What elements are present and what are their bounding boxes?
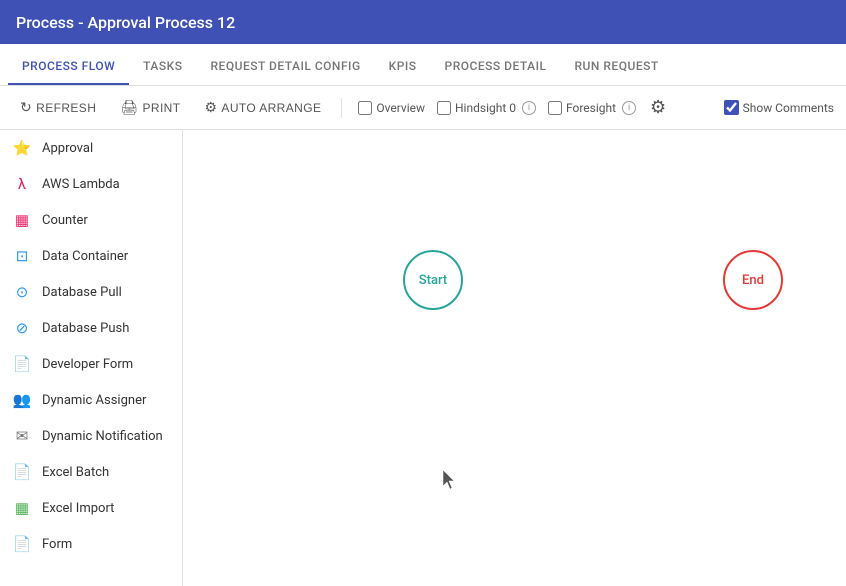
tab-run-request[interactable]: RUN REQUEST <box>560 49 672 85</box>
show-comments-checkbox[interactable] <box>724 100 739 115</box>
sidebar-item-label-approval: Approval <box>42 141 93 156</box>
dynamic-notification-icon: ✉ <box>12 426 32 446</box>
database-pull-icon: ⊙ <box>12 282 32 302</box>
hindsight-info-icon: i <box>522 101 536 115</box>
sidebar-item-excel-import[interactable]: ▦ Excel Import <box>0 490 182 526</box>
sidebar-item-label-database-pull: Database Pull <box>42 285 122 300</box>
foresight-info-icon: i <box>622 101 636 115</box>
overview-checkbox[interactable] <box>358 101 372 115</box>
auto-arrange-button[interactable]: ⚙ AUTO ARRANGE <box>196 95 329 120</box>
sidebar-item-dynamic-assigner[interactable]: 👥 Dynamic Assigner <box>0 382 182 418</box>
end-node-label: End <box>742 273 764 288</box>
sidebar-item-label-database-push: Database Push <box>42 321 129 336</box>
form-icon: 📄 <box>12 534 32 554</box>
show-comments-label[interactable]: Show Comments <box>743 101 834 115</box>
overview-checkbox-group[interactable]: Overview <box>358 101 425 115</box>
aws-lambda-icon: λ <box>12 174 32 194</box>
sidebar-item-form[interactable]: 📄 Form <box>0 526 182 562</box>
show-comments-group: Show Comments <box>724 100 834 115</box>
tab-tasks[interactable]: TASKS <box>129 49 196 85</box>
foresight-checkbox-group[interactable]: Foresight i <box>548 101 636 115</box>
tab-kpis[interactable]: KPIS <box>375 49 431 85</box>
database-push-icon: ⊘ <box>12 318 32 338</box>
sidebar-item-database-push[interactable]: ⊘ Database Push <box>0 310 182 346</box>
tab-process-detail[interactable]: PROCESS DETAIL <box>431 49 561 85</box>
sidebar: ⭐ Approval λ AWS Lambda ▦ Counter ⊡ Data Contai… <box>0 130 183 586</box>
print-icon: 🖨 <box>120 99 138 116</box>
hindsight-checkbox[interactable] <box>437 101 451 115</box>
sidebar-item-dynamic-notification[interactable]: ✉ Dynamic Notification <box>0 418 182 454</box>
page-title: Process - Approval Process 12 <box>16 13 235 32</box>
title-bar: Process - Approval Process 12 <box>0 0 846 44</box>
approval-icon: ⭐ <box>12 138 32 158</box>
sidebar-item-label-dynamic-notification: Dynamic Notification <box>42 429 163 444</box>
auto-arrange-label: AUTO ARRANGE <box>221 101 321 115</box>
sidebar-item-label-dynamic-assigner: Dynamic Assigner <box>42 393 146 408</box>
canvas[interactable]: Start End <box>183 130 846 586</box>
sidebar-item-aws-lambda[interactable]: λ AWS Lambda <box>0 166 182 202</box>
start-node[interactable]: Start <box>403 250 463 310</box>
excel-batch-icon: 📄 <box>12 462 32 482</box>
sidebar-item-label-aws-lambda: AWS Lambda <box>42 177 120 192</box>
sidebar-item-developer-form[interactable]: 📄 Developer Form <box>0 346 182 382</box>
tab-process-flow[interactable]: PROCESS FLOW <box>8 49 129 85</box>
sidebar-item-data-container[interactable]: ⊡ Data Container <box>0 238 182 274</box>
sidebar-item-approval[interactable]: ⭐ Approval <box>0 130 182 166</box>
sidebar-item-counter[interactable]: ▦ Counter <box>0 202 182 238</box>
excel-import-icon: ▦ <box>12 498 32 518</box>
toolbar: ↻ REFRESH 🖨 PRINT ⚙ AUTO ARRANGE Overvie… <box>0 86 846 130</box>
data-container-icon: ⊡ <box>12 246 32 266</box>
sidebar-item-label-data-container: Data Container <box>42 249 128 264</box>
tab-bar: PROCESS FLOWTASKSREQUEST DETAIL CONFIGKP… <box>0 44 846 86</box>
print-button[interactable]: 🖨 PRINT <box>112 95 188 120</box>
sidebar-item-label-form: Form <box>42 537 72 552</box>
foresight-label: Foresight <box>566 101 616 115</box>
refresh-button[interactable]: ↻ REFRESH <box>12 95 104 120</box>
print-label: PRINT <box>142 101 180 115</box>
foresight-checkbox[interactable] <box>548 101 562 115</box>
sidebar-item-database-pull[interactable]: ⊙ Database Pull <box>0 274 182 310</box>
toolbar-divider-1 <box>341 98 342 118</box>
refresh-icon: ↻ <box>20 99 32 116</box>
start-node-label: Start <box>419 273 447 288</box>
hindsight-label: Hindsight 0 <box>455 101 516 115</box>
sidebar-item-label-excel-import: Excel Import <box>42 501 114 516</box>
settings-icon[interactable]: ⚙ <box>650 97 666 118</box>
end-node[interactable]: End <box>723 250 783 310</box>
sidebar-item-label-counter: Counter <box>42 213 88 228</box>
tab-request-detail-config[interactable]: REQUEST DETAIL CONFIG <box>197 49 375 85</box>
cursor-indicator <box>443 470 457 490</box>
dynamic-assigner-icon: 👥 <box>12 390 32 410</box>
auto-arrange-icon: ⚙ <box>204 99 217 116</box>
refresh-label: REFRESH <box>36 101 96 115</box>
sidebar-item-label-developer-form: Developer Form <box>42 357 133 372</box>
main-area: ⭐ Approval λ AWS Lambda ▦ Counter ⊡ Data Contai… <box>0 130 846 586</box>
hindsight-checkbox-group[interactable]: Hindsight 0 i <box>437 101 536 115</box>
developer-form-icon: 📄 <box>12 354 32 374</box>
overview-label: Overview <box>376 101 425 115</box>
sidebar-item-label-excel-batch: Excel Batch <box>42 465 109 480</box>
counter-icon: ▦ <box>12 210 32 230</box>
sidebar-item-excel-batch[interactable]: 📄 Excel Batch <box>0 454 182 490</box>
